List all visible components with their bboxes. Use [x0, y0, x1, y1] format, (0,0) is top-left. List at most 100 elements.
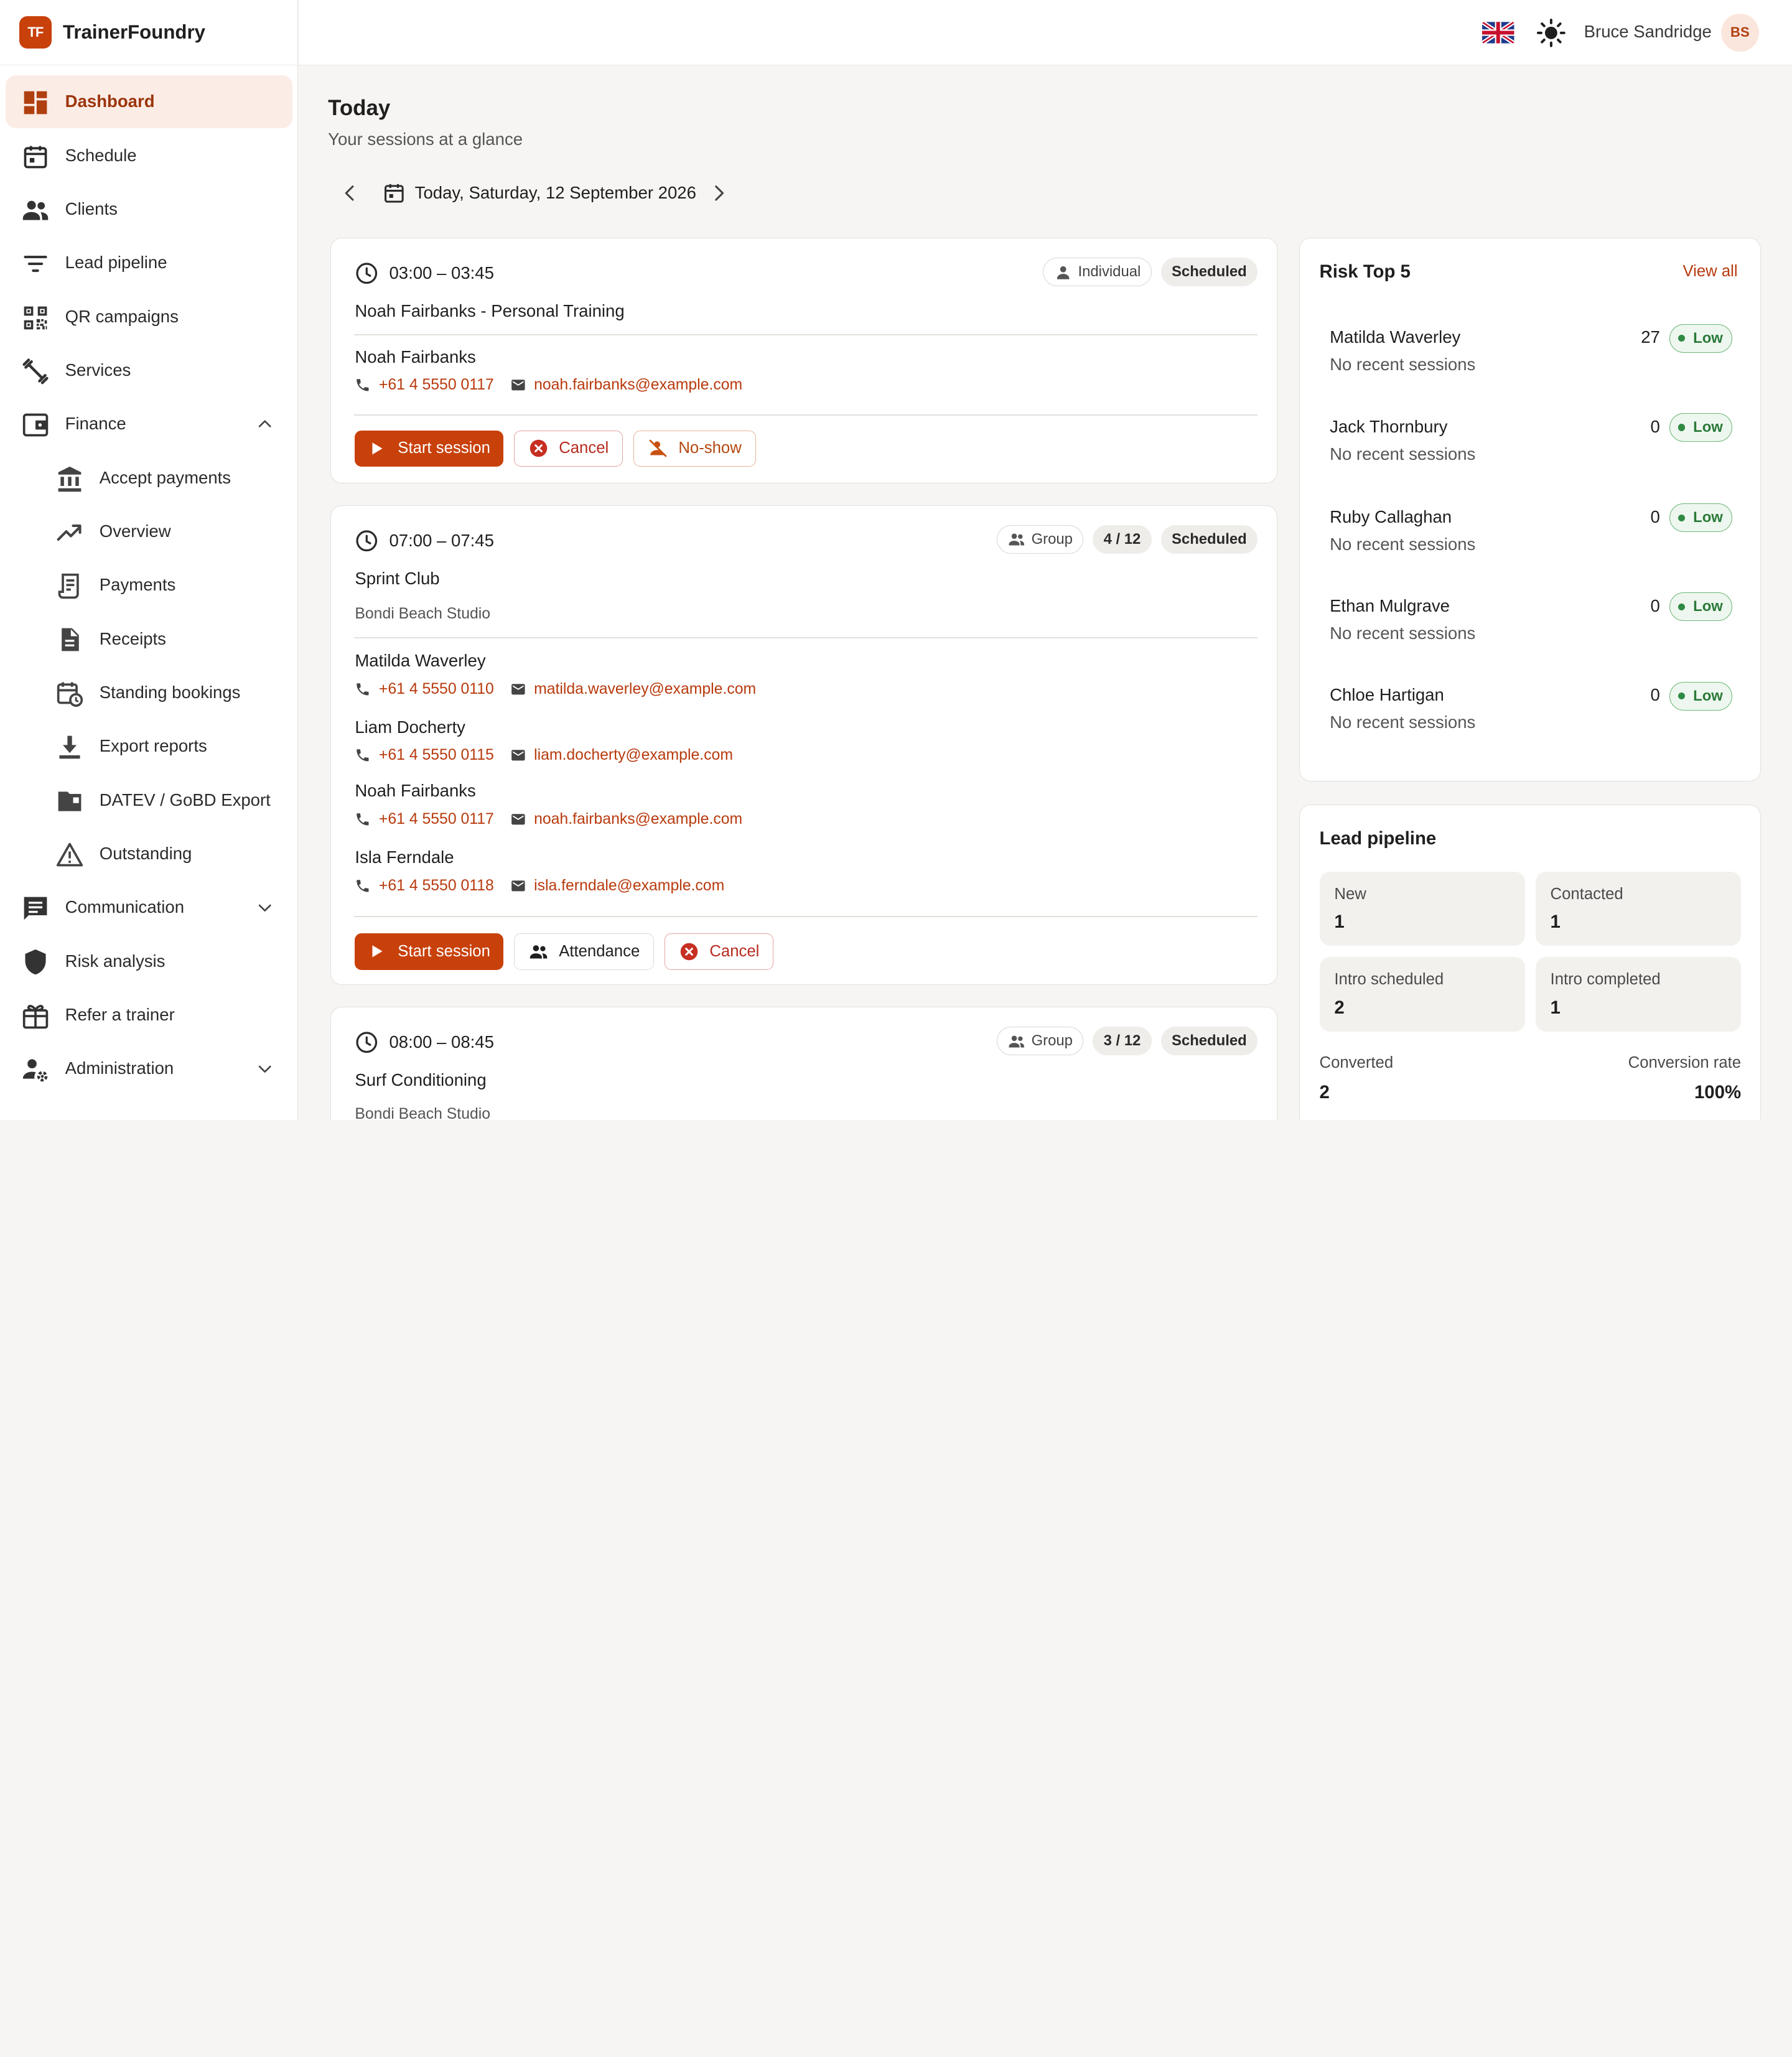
status-badge: Scheduled — [1160, 258, 1258, 287]
session-title[interactable]: Surf Conditioning — [355, 1070, 486, 1090]
session-time-text: 03:00 – 03:45 — [389, 263, 494, 283]
pipeline-tile-contacted[interactable]: Contacted 1 — [1535, 871, 1742, 946]
client-phone-link[interactable]: +61 4 5550 0117 — [379, 376, 494, 394]
session-type-chip: Group — [996, 1027, 1084, 1056]
sun-icon[interactable] — [1536, 18, 1566, 48]
pipeline-tile-intro-scheduled[interactable]: Intro scheduled 2 — [1319, 957, 1526, 1032]
risk-score: 27 — [1641, 327, 1660, 347]
cancel-session-button[interactable]: Cancel — [664, 933, 774, 970]
tile-value: 2 — [1334, 997, 1345, 1018]
sidebar-item-label: Standing bookings — [99, 683, 241, 702]
sidebar-item-export-reports[interactable]: Export reports — [6, 720, 292, 772]
risk-row[interactable]: Ethan Mulgrave No recent sessions 0 Low — [1330, 592, 1732, 653]
chevron-down-icon[interactable] — [256, 1060, 274, 1078]
previous-day-button[interactable] — [328, 174, 371, 212]
user-name[interactable]: Bruce Sandridge — [1584, 22, 1712, 42]
sidebar-item-label: Refer a trainer — [65, 1004, 175, 1024]
sidebar-item-datev-export[interactable]: DATEV / GoBD Export — [6, 773, 292, 826]
client-name[interactable]: Isla Ferndale — [355, 847, 454, 867]
sidebar-item-finance[interactable]: Finance — [6, 398, 292, 450]
sidebar-item-label: Administration — [65, 1058, 174, 1078]
next-day-button[interactable] — [706, 174, 733, 212]
client-email-link[interactable]: isla.ferndale@example.com — [534, 877, 724, 895]
app-logo: TF — [19, 16, 52, 49]
client-phone-link[interactable]: +61 4 5550 0110 — [379, 681, 494, 698]
sidebar-item-label: Overview — [99, 521, 171, 541]
client-phone-link[interactable]: +61 4 5550 0115 — [379, 747, 494, 764]
client-name[interactable]: Matilda Waverley — [355, 651, 485, 671]
pipeline-tile-intro-completed[interactable]: Intro completed 1 — [1535, 957, 1742, 1032]
session-title[interactable]: Sprint Club — [355, 569, 439, 589]
sidebar-item-overview[interactable]: Overview — [6, 505, 292, 557]
sidebar-item-label: Communication — [65, 897, 185, 917]
client-phone-link[interactable]: +61 4 5550 0118 — [379, 877, 494, 895]
sidebar-item-standing-bookings[interactable]: Standing bookings — [6, 666, 292, 719]
page-subtitle: Your sessions at a glance — [328, 129, 523, 149]
sidebar-item-communication[interactable]: Communication — [6, 881, 292, 933]
sidebar-item-receipts[interactable]: Receipts — [6, 612, 292, 665]
risk-row[interactable]: Ruby Callaghan No recent sessions 0 Low — [1330, 503, 1732, 564]
cancel-session-button[interactable]: Cancel — [513, 430, 623, 467]
card-title: Risk Top 5 — [1319, 261, 1411, 282]
sidebar-item-refer-a-trainer[interactable]: Refer a trainer — [6, 989, 292, 1041]
pipeline-tile-new[interactable]: New 1 — [1319, 871, 1526, 946]
start-session-button[interactable]: Start session — [355, 430, 504, 467]
risk-reason: No recent sessions — [1330, 355, 1476, 375]
sidebar-item-accept-payments[interactable]: Accept payments — [6, 451, 292, 503]
current-date[interactable]: Today, Saturday, 12 September 2026 — [415, 183, 696, 203]
sidebar: TF TrainerFoundry Dashboard Schedule Cli… — [0, 0, 299, 1120]
session-title[interactable]: Noah Fairbanks - Personal Training — [355, 301, 624, 321]
risk-row[interactable]: Matilda Waverley No recent sessions 27 L… — [1330, 324, 1732, 385]
sidebar-item-dashboard[interactable]: Dashboard — [6, 75, 293, 128]
chevron-up-icon[interactable] — [256, 415, 274, 433]
tile-value: 1 — [1334, 911, 1345, 932]
sidebar-item-label: Lead pipeline — [65, 253, 167, 273]
sidebar-item-qr-campaigns[interactable]: QR campaigns — [6, 291, 292, 343]
play-icon — [368, 943, 385, 959]
session-actions: Start session Cancel No-show — [355, 430, 756, 467]
start-session-button[interactable]: Start session — [355, 933, 504, 970]
risk-row[interactable]: Chloe Hartigan No recent sessions 0 Low — [1330, 681, 1732, 742]
client-name[interactable]: Noah Fairbanks — [355, 781, 475, 801]
client-email-link[interactable]: matilda.waverley@example.com — [534, 681, 756, 698]
session-type-chip: Group — [996, 525, 1084, 554]
attendance-button[interactable]: Attendance — [513, 933, 655, 970]
sidebar-item-lead-pipeline[interactable]: Lead pipeline — [6, 236, 292, 289]
uk-flag-icon[interactable] — [1482, 21, 1514, 44]
button-label: Cancel — [709, 942, 760, 960]
calendar-icon[interactable] — [383, 182, 406, 205]
no-show-button[interactable]: No-show — [633, 430, 756, 467]
avatar[interactable]: BS — [1721, 14, 1759, 52]
tile-label: Intro scheduled — [1334, 971, 1444, 989]
sidebar-item-schedule[interactable]: Schedule — [6, 129, 292, 182]
person-icon — [1054, 263, 1072, 281]
risk-level-badge: Low — [1669, 681, 1732, 711]
group-icon — [1007, 1032, 1025, 1050]
document-icon — [56, 626, 83, 653]
brand[interactable]: TF TrainerFoundry — [0, 0, 298, 65]
sidebar-item-payments[interactable]: Payments — [6, 559, 292, 611]
tile-label: Contacted — [1550, 885, 1623, 903]
clock-icon — [355, 1030, 379, 1055]
sidebar-item-services[interactable]: Services — [6, 344, 292, 396]
gift-icon — [22, 1002, 49, 1030]
risk-row[interactable]: Jack Thornbury No recent sessions 0 Low — [1330, 413, 1732, 474]
chat-icon — [22, 895, 49, 922]
sidebar-item-label: Accept payments — [99, 467, 231, 487]
sidebar-item-administration[interactable]: Administration — [6, 1042, 292, 1094]
risk-level-badge: Low — [1669, 592, 1732, 622]
sidebar-item-clients[interactable]: Clients — [6, 183, 292, 235]
client-email-link[interactable]: noah.fairbanks@example.com — [534, 376, 742, 394]
sidebar-item-outstanding[interactable]: Outstanding — [6, 828, 292, 880]
client-email-link[interactable]: noah.fairbanks@example.com — [534, 811, 742, 828]
risk-score: 0 — [1650, 595, 1660, 615]
chevron-down-icon[interactable] — [256, 898, 274, 917]
client-name[interactable]: Liam Docherty — [355, 717, 465, 737]
risk-score: 0 — [1650, 416, 1660, 436]
risk-level-badge: Low — [1669, 503, 1732, 533]
sidebar-item-risk-analysis[interactable]: Risk analysis — [6, 935, 292, 987]
client-phone-link[interactable]: +61 4 5550 0117 — [379, 811, 494, 828]
client-name[interactable]: Noah Fairbanks — [355, 347, 475, 367]
view-all-link[interactable]: View all — [1683, 263, 1738, 281]
client-email-link[interactable]: liam.docherty@example.com — [534, 747, 733, 764]
